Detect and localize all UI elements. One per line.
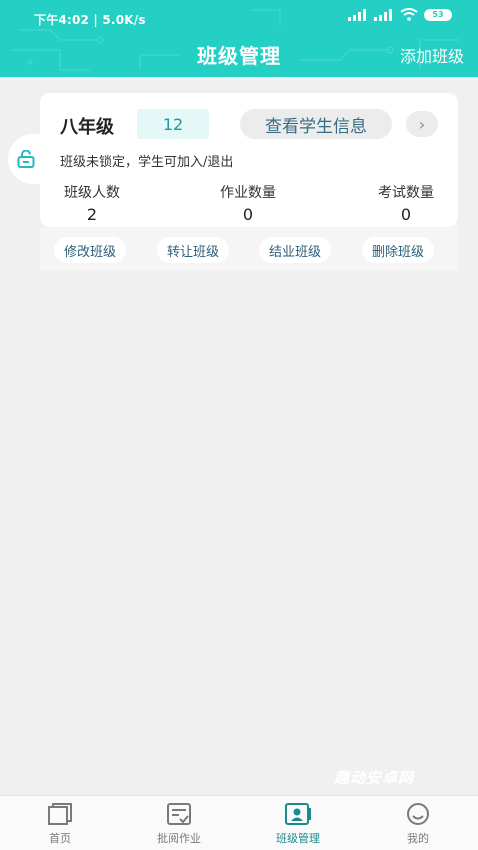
stat-value: 0 [242,205,254,224]
student-count-badge: 12 [137,109,209,139]
lock-status-text: 班级未锁定，学生可加入/退出 [60,155,234,170]
signal-hd-icon [348,8,366,21]
stat-value: 2 [86,205,98,224]
stat-label: 作业数量 [220,185,276,201]
tab-label: 首页 [49,832,71,845]
tab-home[interactable]: 首页 [10,802,110,846]
stat-label: 班级人数 [64,185,120,201]
class-actions-bar: 修改班级 转让班级 结业班级 删除班级 [40,227,458,271]
graduate-class-button[interactable]: 结业班级 [259,237,332,263]
tab-class-management[interactable]: 班级管理 [248,802,348,846]
review-icon [167,803,191,825]
home-icon [48,803,72,825]
tab-review-homework[interactable]: 批阅作业 [129,802,229,846]
class-grade: 八年级 [60,117,114,138]
delete-class-button[interactable]: 删除班级 [362,237,435,263]
stat-value: 0 [400,205,412,224]
signal-icon [374,8,392,21]
class-card: 八年级 12 查看学生信息 › 班级未锁定，学生可加入/退出 班级人数 2 作业… [40,93,458,227]
edit-class-button[interactable]: 修改班级 [54,237,127,263]
stat-homework-count: 作业数量 0 [212,182,284,224]
transfer-class-button[interactable]: 转让班级 [157,237,230,263]
stat-class-size: 班级人数 2 [60,182,124,224]
battery-icon: 53 [424,8,452,21]
bottom-tab-bar: 首页 批阅作业 班级管理 我的 [0,795,478,850]
watermark: 趣动安卓网 [334,769,415,787]
battery-level: 53 [432,9,444,19]
view-student-info-button[interactable]: 查看学生信息 [240,109,392,139]
status-bar: 下午4:02 | 5.0K/s 53 [0,0,478,34]
add-class-button[interactable]: 添加班级 [400,43,464,67]
tab-profile[interactable]: 我的 [368,802,468,846]
wifi-icon [400,8,418,21]
tab-label: 我的 [407,832,429,845]
status-icons: 53 [348,8,452,21]
tab-label: 批阅作业 [157,832,201,845]
tab-label: 班级管理 [276,832,320,845]
app-header: 下午4:02 | 5.0K/s 53 班级管理 添加班级 [0,0,478,77]
chevron-right-icon[interactable]: › [406,111,438,137]
stat-label: 考试数量 [378,185,434,201]
stat-exam-count: 考试数量 0 [370,182,442,224]
unlock-icon [17,150,35,168]
class-icon [285,803,311,825]
status-time-speed: 下午4:02 | 5.0K/s [34,13,146,27]
profile-icon [407,803,429,825]
